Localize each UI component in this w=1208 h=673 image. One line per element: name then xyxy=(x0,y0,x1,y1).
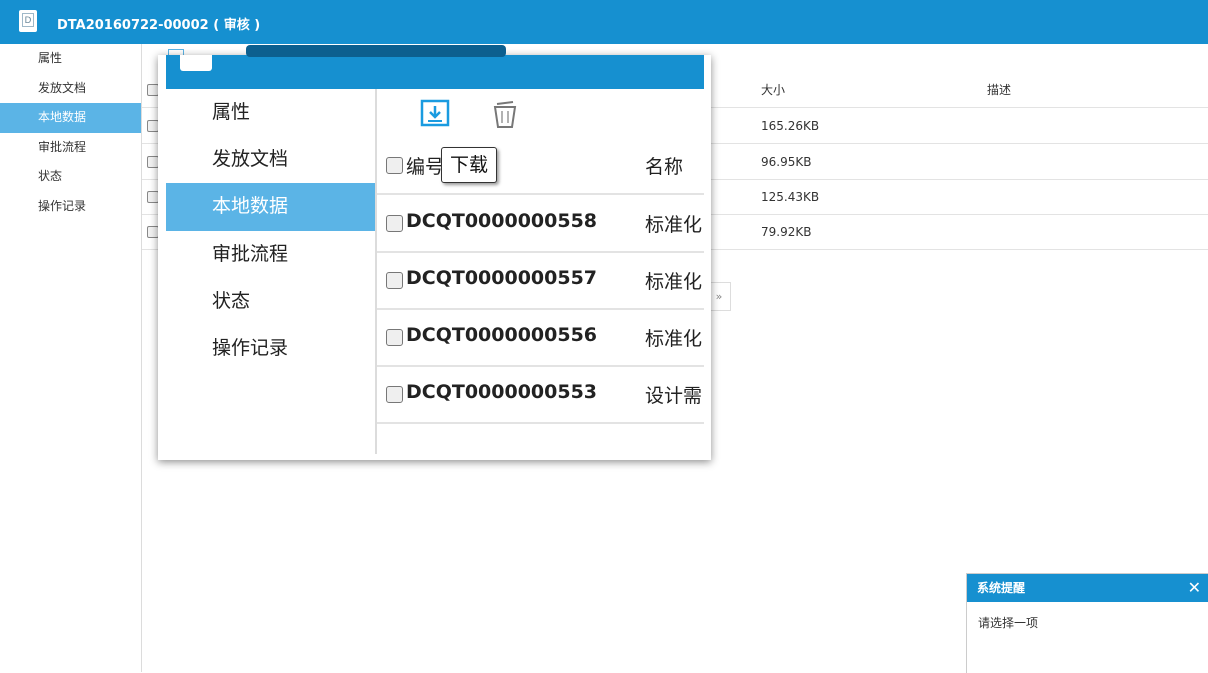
top-bar: D DTA20160722-00002 ( 审核 ) xyxy=(0,0,1208,44)
zoom-header xyxy=(166,45,704,89)
column-header-code[interactable]: 编号 xyxy=(406,152,444,179)
zoom-sidebar: 属性 发放文档 本地数据 审批流程 状态 操作记录 xyxy=(166,89,377,454)
sidebar-item-status[interactable]: 状态 xyxy=(166,278,375,325)
row-code: DCQT0000000558 xyxy=(406,210,598,232)
row-code: DCQT0000000553 xyxy=(406,381,598,403)
sidebar-item-approval-flow[interactable]: 审批流程 xyxy=(166,231,375,278)
sidebar-item-properties[interactable]: 属性 xyxy=(166,89,375,136)
notification-header: 系统提醒 ✕ xyxy=(967,574,1208,602)
sidebar-item-issued-documents[interactable]: 发放文档 xyxy=(166,136,375,183)
column-header-size[interactable]: 大小 xyxy=(761,81,785,98)
sidebar-item-approval-flow[interactable]: 审批流程 xyxy=(0,133,141,163)
sidebar-item-status[interactable]: 状态 xyxy=(0,162,141,192)
notification-title: 系统提醒 xyxy=(977,581,1026,595)
zoom-callout: 属性 发放文档 本地数据 审批流程 状态 操作记录 编号 名称 DCQT0000 xyxy=(158,45,711,460)
sidebar: 属性 发放文档 本地数据 审批流程 状态 操作记录 xyxy=(0,44,142,672)
row-size: 96.95KB xyxy=(761,154,812,169)
row-checkbox[interactable] xyxy=(386,272,403,289)
sidebar-item-operation-log[interactable]: 操作记录 xyxy=(0,192,141,222)
table-row[interactable]: DCQT0000000557 标准化 xyxy=(377,252,704,310)
sidebar-item-operation-log[interactable]: 操作记录 xyxy=(166,325,375,372)
page-title: DTA20160722-00002 ( 审核 ) xyxy=(57,18,261,33)
zoom-title-cropped xyxy=(246,45,506,57)
row-code: DCQT0000000556 xyxy=(406,324,598,346)
row-size: 79.92KB xyxy=(761,224,812,239)
sidebar-item-local-data[interactable]: 本地数据 xyxy=(0,103,141,133)
row-name: 设计需 xyxy=(645,385,703,407)
zoom-main: 编号 名称 DCQT0000000558 标准化 DCQT0000000557 … xyxy=(377,89,704,460)
download-icon[interactable] xyxy=(420,99,450,129)
row-name: 标准化 xyxy=(645,271,703,293)
document-icon-glyph: D xyxy=(22,13,34,27)
select-all-checkbox[interactable] xyxy=(386,157,403,174)
system-notification: 系统提醒 ✕ 请选择一项 xyxy=(966,573,1208,673)
column-header-description[interactable]: 描述 xyxy=(987,81,1011,98)
sidebar-item-properties[interactable]: 属性 xyxy=(0,44,141,74)
row-size: 165.26KB xyxy=(761,118,820,133)
row-name: 标准化 xyxy=(645,328,703,350)
table-row[interactable]: DCQT0000000553 设计需 xyxy=(377,366,704,424)
row-code: DCQT0000000557 xyxy=(406,267,598,289)
row-name: 标准化 xyxy=(645,214,703,236)
row-checkbox[interactable] xyxy=(386,386,403,403)
notification-message: 请选择一项 xyxy=(978,616,1039,630)
column-header-name[interactable]: 名称 xyxy=(645,152,683,179)
document-icon: D xyxy=(19,10,37,32)
close-icon[interactable]: ✕ xyxy=(1188,574,1201,602)
sidebar-item-local-data[interactable]: 本地数据 xyxy=(166,183,375,231)
table-row[interactable]: DCQT0000000556 标准化 xyxy=(377,309,704,367)
sidebar-item-issued-documents[interactable]: 发放文档 xyxy=(0,74,141,104)
download-tooltip: 下载 xyxy=(441,147,498,183)
row-checkbox[interactable] xyxy=(386,329,403,346)
row-size: 125.43KB xyxy=(761,189,820,204)
table-row[interactable]: DCQT0000000558 标准化 xyxy=(377,195,704,253)
zoom-table-header: 编号 名称 xyxy=(377,137,704,195)
row-checkbox[interactable] xyxy=(386,215,403,232)
document-icon xyxy=(180,55,212,71)
trash-icon[interactable] xyxy=(491,99,519,129)
